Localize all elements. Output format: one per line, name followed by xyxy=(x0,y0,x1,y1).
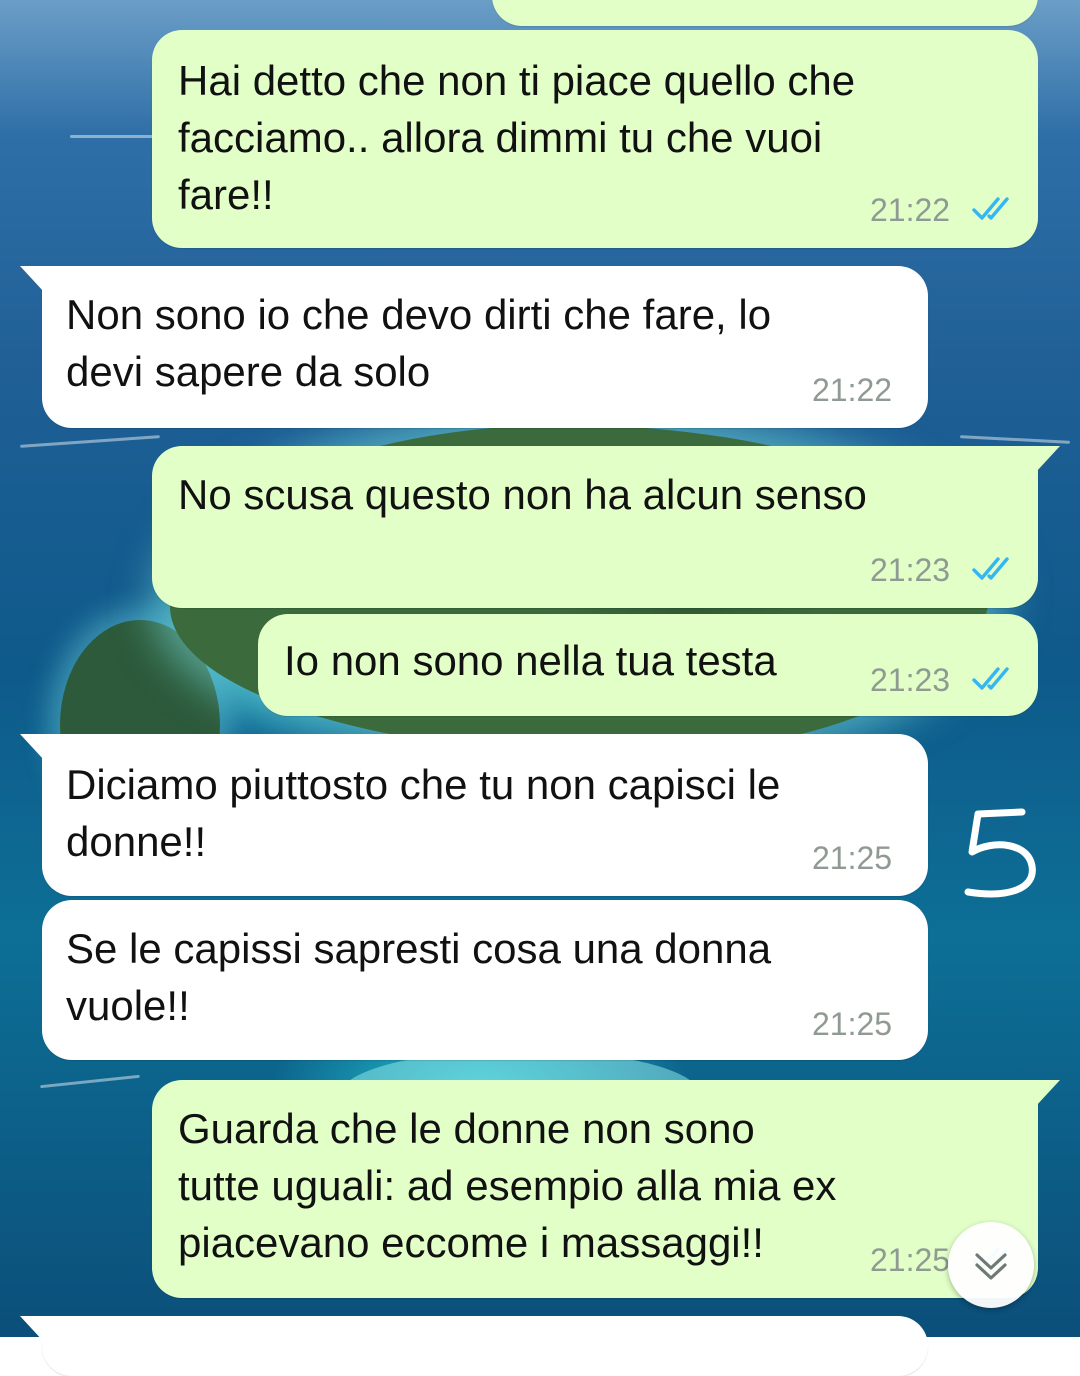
message-text: Diciamo piuttosto che tu non capisci le … xyxy=(66,756,780,870)
message-text: Se le capissi sapresti cosa una donna vu… xyxy=(66,920,771,1034)
message-bubble-incoming[interactable]: Se le capissi sapresti cosa una donna vu… xyxy=(42,900,928,1060)
message-bubble-outgoing[interactable]: Guarda che le donne non sono tutte ugual… xyxy=(152,1080,1060,1298)
message-line: Guarda che le donne non sono xyxy=(178,1105,755,1152)
message-bubble-outgoing[interactable]: Io non sono nella tua testa 21:23 xyxy=(258,614,1038,716)
message-line: vuole!! xyxy=(66,982,190,1029)
message-bubble-incoming[interactable]: Non sono io che devo dirti che fare, lo … xyxy=(20,266,928,428)
double-check-icon xyxy=(972,197,1009,220)
message-text: Hai detto che non ti piace quello che fa… xyxy=(178,52,855,223)
message-text: Io non sono nella tua testa xyxy=(284,632,777,689)
message-text: Non sono io che devo dirti che fare, lo … xyxy=(66,286,771,400)
message-line: Io non sono nella tua testa xyxy=(284,637,777,684)
message-timestamp: 21:22 xyxy=(812,372,893,408)
message-timestamp: 21:25 xyxy=(870,1242,951,1278)
message-line: Se le capissi sapresti cosa una donna xyxy=(66,925,772,972)
message-bubble-incoming[interactable]: Diciamo piuttosto che tu non capisci le … xyxy=(20,734,928,896)
message-timestamp: 21:25 xyxy=(812,1006,893,1042)
message-text: Guarda che le donne non sono tutte ugual… xyxy=(178,1100,836,1271)
message-text: No scusa questo non ha alcun senso xyxy=(178,466,867,523)
message-timestamp: 21:25 xyxy=(812,840,893,876)
message-line: facciamo.. allora dimmi tu che vuoi xyxy=(178,114,823,161)
message-timestamp: 21:23 xyxy=(870,552,951,588)
message-bubble-partial[interactable] xyxy=(492,0,1038,26)
message-bubble-outgoing[interactable]: Hai detto che non ti piace quello che fa… xyxy=(152,30,1038,248)
message-bubble-outgoing[interactable]: No scusa questo non ha alcun senso 21:23 xyxy=(152,446,1060,608)
handwritten-annotation: 5 xyxy=(964,808,1036,898)
double-check-icon xyxy=(972,667,1009,690)
message-line: piacevano eccome i massaggi!! xyxy=(178,1219,764,1266)
message-line: Diciamo piuttosto che tu non capisci le xyxy=(66,761,781,808)
message-line: Non sono io che devo dirti che fare, lo xyxy=(66,291,772,338)
message-line: tutte uguali: ad esempio alla mia ex xyxy=(178,1162,837,1209)
message-timestamp: 21:22 xyxy=(870,192,951,228)
chevron-double-down-icon xyxy=(975,1253,1007,1280)
message-line: devi sapere da solo xyxy=(66,348,431,395)
message-line: No scusa questo non ha alcun senso xyxy=(178,471,867,518)
double-check-icon xyxy=(972,557,1009,580)
message-line: Hai detto che non ti piace quello che xyxy=(178,57,856,104)
message-line: fare!! xyxy=(178,171,274,218)
message-bubble-partial[interactable] xyxy=(20,1316,928,1376)
scroll-to-bottom-button[interactable] xyxy=(948,1222,1034,1308)
message-timestamp: 21:23 xyxy=(870,662,951,698)
message-line: donne!! xyxy=(66,818,207,865)
